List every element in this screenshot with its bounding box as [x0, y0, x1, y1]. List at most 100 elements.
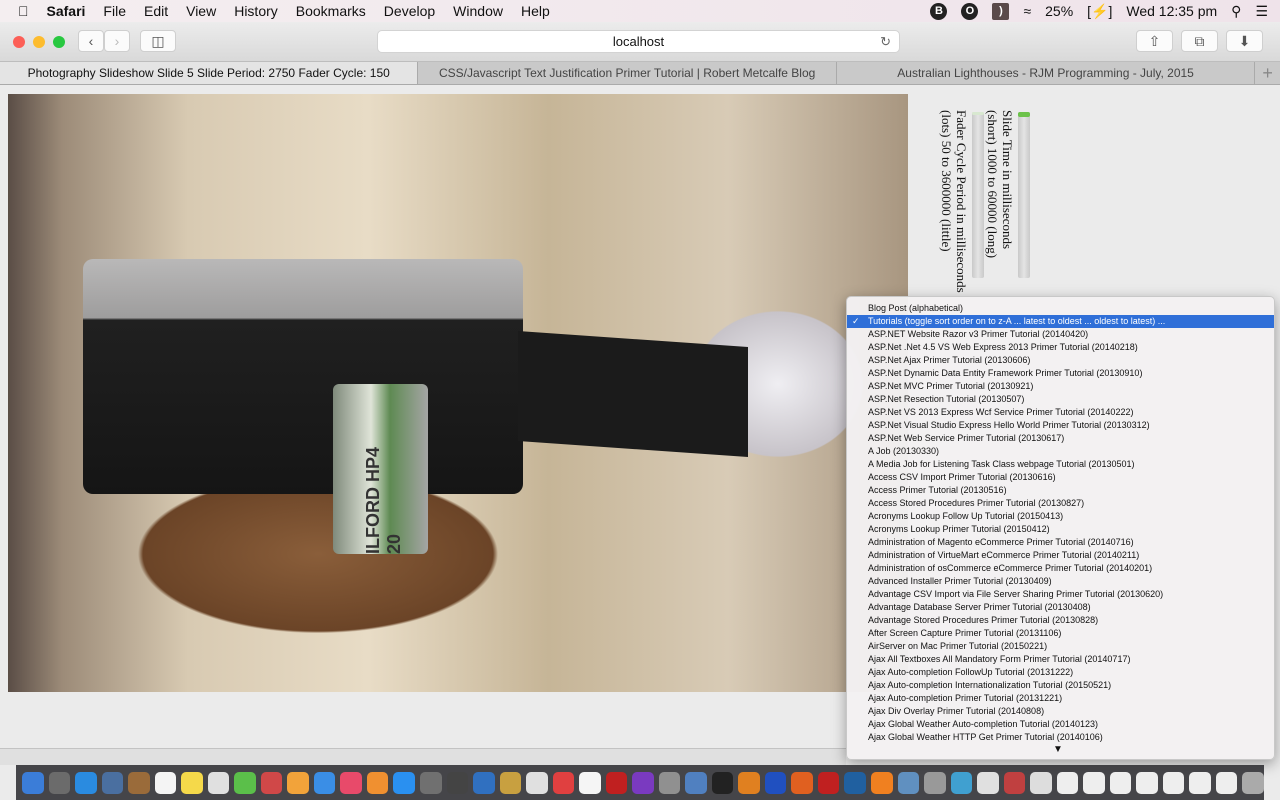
dock-app-icon[interactable] — [287, 771, 309, 794]
wifi-icon[interactable]: ≈ — [1023, 3, 1031, 19]
dock-app-icon[interactable] — [207, 771, 230, 794]
notification-center-icon[interactable]: ☰ — [1255, 3, 1268, 20]
dock-app-icon[interactable] — [181, 771, 203, 794]
fader-cycle-slider[interactable] — [972, 112, 984, 278]
dock-app-icon[interactable] — [393, 771, 415, 794]
dropdown-option[interactable]: A Media Job for Listening Task Class web… — [847, 458, 1274, 471]
dock-app-icon[interactable] — [1162, 771, 1185, 794]
dropdown-option[interactable]: Advanced Installer Primer Tutorial (2013… — [847, 575, 1274, 588]
dock-app-icon[interactable] — [871, 771, 893, 794]
dropdown-option[interactable]: ✓ Tutorials (toggle sort order on to z-A … — [847, 315, 1274, 328]
dock-app-icon[interactable] — [260, 771, 283, 794]
dropdown-option[interactable]: Administration of Magento eCommerce Prim… — [847, 536, 1274, 549]
dropdown-option[interactable]: Advantage CSV Import via File Server Sha… — [847, 588, 1274, 601]
address-bar[interactable]: localhost ↻ — [377, 30, 900, 53]
b-status-icon[interactable]: B — [930, 2, 948, 20]
dropdown-option[interactable]: Ajax Global Weather HTTP Get Primer Tuto… — [847, 731, 1274, 744]
dock-app-icon[interactable] — [632, 771, 654, 794]
tab-photography-slideshow[interactable]: Photography Slideshow Slide 5 Slide Peri… — [0, 62, 419, 84]
dropdown-option[interactable]: Administration of VirtueMart eCommerce P… — [847, 549, 1274, 562]
dropdown-option[interactable]: Acronyms Lookup Follow Up Tutorial (2015… — [847, 510, 1274, 523]
close-window-button[interactable] — [13, 36, 25, 48]
minimize-window-button[interactable] — [33, 36, 45, 48]
spotlight-search-icon[interactable]: ⚲ — [1231, 3, 1241, 20]
menu-develop[interactable]: Develop — [384, 3, 435, 19]
tab-css-justification[interactable]: CSS/Javascript Text Justification Primer… — [418, 62, 837, 84]
menu-file[interactable]: File — [103, 3, 126, 19]
audio-status-icon[interactable]: ) — [992, 2, 1010, 20]
dock-app-icon[interactable] — [950, 771, 973, 794]
dock-app-icon[interactable] — [924, 771, 946, 794]
dropdown-option[interactable]: After Screen Capture Primer Tutorial (20… — [847, 627, 1274, 640]
dock-app-icon[interactable] — [1003, 771, 1026, 794]
dock-app-icon[interactable] — [844, 771, 866, 794]
dock-app-icon[interactable] — [1215, 771, 1238, 794]
dock-app-icon[interactable] — [154, 771, 177, 794]
reload-icon[interactable]: ↻ — [880, 31, 891, 53]
dropdown-option[interactable]: Ajax Auto-completion Primer Tutorial (20… — [847, 692, 1274, 705]
menu-bookmarks[interactable]: Bookmarks — [296, 3, 366, 19]
dock-app-icon[interactable] — [234, 771, 256, 794]
dock-app-icon[interactable] — [313, 771, 336, 794]
dropdown-option[interactable]: Ajax Div Overlay Primer Tutorial (201408… — [847, 705, 1274, 718]
menu-app-safari[interactable]: Safari — [47, 3, 86, 19]
dropdown-option[interactable]: ASP.NET Website Razor v3 Primer Tutorial… — [847, 328, 1274, 341]
dropdown-option[interactable]: ASP.Net VS 2013 Express Wcf Service Prim… — [847, 406, 1274, 419]
dropdown-option[interactable]: Ajax Auto-completion FollowUp Tutorial (… — [847, 666, 1274, 679]
dropdown-option[interactable]: Advantage Stored Procedures Primer Tutor… — [847, 614, 1274, 627]
back-button[interactable]: ‹ — [78, 30, 104, 52]
dropdown-option[interactable]: ASP.Net Web Service Primer Tutorial (201… — [847, 432, 1274, 445]
dock-app-icon[interactable] — [526, 771, 548, 794]
menu-history[interactable]: History — [234, 3, 278, 19]
dock-app-icon[interactable] — [897, 771, 920, 794]
dock-app-icon[interactable] — [48, 771, 71, 794]
dock-app-icon[interactable] — [1083, 771, 1105, 794]
dropdown-option[interactable]: ASP.Net Visual Studio Express Hello Worl… — [847, 419, 1274, 432]
circle-status-icon[interactable]: O — [961, 2, 979, 20]
share-icon[interactable]: ⇧ — [1136, 30, 1173, 52]
dropdown-option[interactable]: ASP.Net .Net 4.5 VS Web Express 2013 Pri… — [847, 341, 1274, 354]
menu-help[interactable]: Help — [521, 3, 550, 19]
dock-app-icon[interactable] — [579, 771, 601, 794]
dropdown-option[interactable]: Access Stored Procedures Primer Tutorial… — [847, 497, 1274, 510]
dropdown-option[interactable]: Blog Post (alphabetical) — [847, 302, 1274, 315]
dock-app-icon[interactable] — [977, 771, 999, 794]
dropdown-option[interactable]: Ajax Auto-completion Internationalizatio… — [847, 679, 1274, 692]
menu-edit[interactable]: Edit — [144, 3, 168, 19]
dock-app-icon[interactable] — [738, 771, 760, 794]
dock-app-icon[interactable] — [791, 771, 813, 794]
dock-app-icon[interactable] — [1030, 771, 1052, 794]
tab-australian-lighthouses[interactable]: Australian Lighthouses - RJM Programming… — [837, 62, 1256, 84]
dock-app-icon[interactable] — [419, 771, 442, 794]
dock-app-icon[interactable] — [340, 771, 362, 794]
dropdown-option[interactable]: Ajax All Textboxes All Mandatory Form Pr… — [847, 653, 1274, 666]
tabs-overview-icon[interactable]: ⧉ — [1181, 30, 1218, 52]
dock-app-icon[interactable] — [366, 771, 389, 794]
dock-app-icon[interactable] — [473, 771, 495, 794]
dock-app-icon[interactable] — [552, 771, 575, 794]
dropdown-option[interactable]: ASP.Net MVC Primer Tutorial (20130921) — [847, 380, 1274, 393]
dropdown-option[interactable]: Acronyms Lookup Primer Tutorial (2015041… — [847, 523, 1274, 536]
dock-app-icon[interactable] — [101, 771, 124, 794]
new-tab-button[interactable]: + — [1255, 62, 1280, 84]
menu-window[interactable]: Window — [453, 3, 503, 19]
dock-app-icon[interactable] — [1136, 771, 1158, 794]
dock-app-icon[interactable] — [605, 771, 628, 794]
battery-icon[interactable]: [⚡] — [1087, 3, 1112, 20]
dock-app-icon[interactable] — [128, 771, 150, 794]
dropdown-option[interactable]: AirServer on Mac Primer Tutorial (201502… — [847, 640, 1274, 653]
dock-app-icon[interactable] — [1056, 771, 1079, 794]
sidebar-toggle-icon[interactable]: ◫ — [140, 30, 176, 52]
dock-app-icon[interactable] — [1242, 771, 1264, 794]
clock[interactable]: Wed 12:35 pm — [1126, 3, 1217, 19]
dock-app-icon[interactable] — [1189, 771, 1211, 794]
slide-time-slider[interactable] — [1018, 112, 1030, 278]
dock-app-icon[interactable] — [711, 771, 734, 794]
blog-post-dropdown-menu[interactable]: Blog Post (alphabetical) ✓ Tutorials (togg… — [846, 296, 1275, 760]
dropdown-option[interactable]: Access CSV Import Primer Tutorial (20130… — [847, 471, 1274, 484]
apple-icon[interactable]:  — [18, 3, 29, 19]
dropdown-option[interactable]: ASP.Net Dynamic Data Entity Framework Pr… — [847, 367, 1274, 380]
dock-app-icon[interactable] — [446, 771, 469, 794]
zoom-window-button[interactable] — [53, 36, 65, 48]
dock-app-icon[interactable] — [685, 771, 707, 794]
